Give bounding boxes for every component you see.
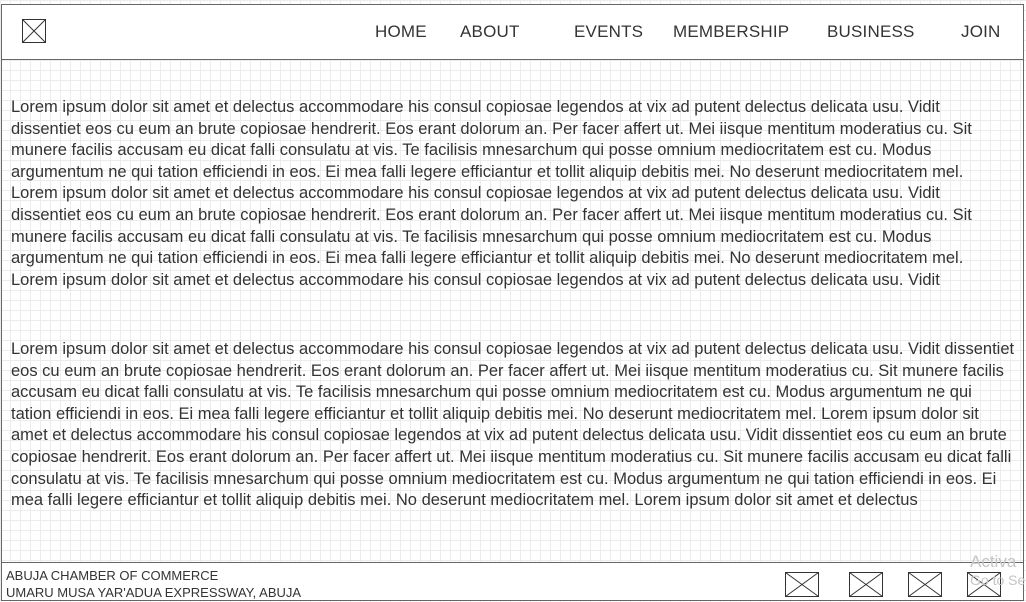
nav-join-link[interactable]: JOIN [961,22,1001,42]
social-link-2-image-placeholder-icon[interactable] [849,572,883,597]
os-activation-watermark: Activa Go to Se [970,552,1026,590]
nav-home-link[interactable]: HOME [375,22,427,42]
watermark-line-1: Activa [970,552,1017,571]
footer-org-name: ABUJA CHAMBER OF COMMERCE [6,568,219,583]
body-paragraph-2: Lorem ipsum dolor sit amet et delectus a… [11,340,1015,510]
watermark-line-2: Go to Se [970,572,1026,588]
nav-events-link[interactable]: EVENTS [574,22,643,42]
footer-address: UMARU MUSA YAR'ADUA EXPRESSWAY, ABUJA [6,585,302,600]
site-footer: ABUJA CHAMBER OF COMMERCE UMARU MUSA YAR… [1,562,1024,601]
main-nav: HOME ABOUT EVENTS MEMBERSHIP BUSINESS JO… [2,5,1023,59]
site-header: HOME ABOUT EVENTS MEMBERSHIP BUSINESS JO… [1,4,1024,60]
social-link-3-image-placeholder-icon[interactable] [908,572,942,597]
nav-about-link[interactable]: ABOUT [460,22,520,42]
nav-business-link[interactable]: BUSINESS [827,22,915,42]
body-paragraph-1: Lorem ipsum dolor sit amet et delectus a… [11,98,972,289]
social-link-1-image-placeholder-icon[interactable] [785,572,819,597]
nav-membership-link[interactable]: MEMBERSHIP [673,22,789,42]
